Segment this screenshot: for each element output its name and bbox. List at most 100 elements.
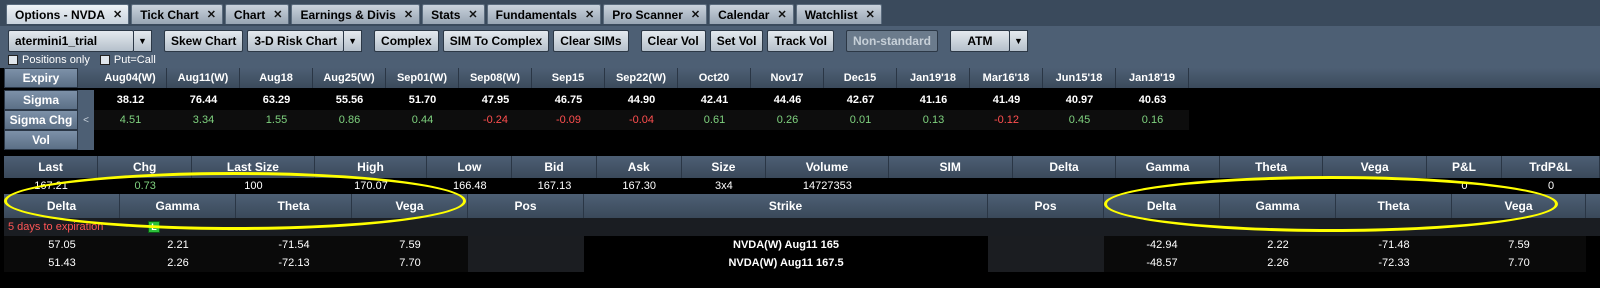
sigma-value[interactable]: 40.97 — [1043, 90, 1116, 110]
tab-chart[interactable]: Chart ✕ — [224, 4, 290, 24]
sigma-value[interactable]: 42.67 — [824, 90, 897, 110]
tab-stats[interactable]: Stats ✕ — [422, 4, 485, 24]
checkbox-box[interactable] — [8, 55, 18, 65]
quote-column-header[interactable]: Bid — [512, 156, 597, 178]
sigma-value[interactable]: 38.12 — [94, 90, 167, 110]
quote-column-header[interactable]: Vega — [1323, 156, 1427, 178]
expiry-column-header[interactable]: Nov17 — [751, 68, 824, 88]
expiry-column-header[interactable]: Sep22(W) — [605, 68, 678, 88]
quote-column-header[interactable]: P&L — [1427, 156, 1503, 178]
table-row[interactable]: 51.43 2.26 -72.13 7.70 NVDA(W) Aug11 167.5 -4… — [4, 254, 1600, 272]
close-icon[interactable]: ✕ — [585, 8, 594, 21]
chevron-down-icon[interactable]: ▼ — [344, 30, 363, 52]
quote-column-header[interactable]: Ask — [597, 156, 682, 178]
quote-column-header[interactable]: Size — [682, 156, 767, 178]
account-value[interactable]: atermini1_trial — [8, 30, 134, 52]
chevron-down-icon[interactable]: ▼ — [134, 30, 152, 52]
chain-column-header[interactable]: Pos — [468, 194, 584, 218]
clear-vol-button[interactable]: Clear Vol — [640, 30, 706, 52]
expiry-column-header[interactable]: Sep08(W) — [459, 68, 532, 88]
positions-only-checkbox[interactable]: Positions only — [8, 54, 90, 66]
chain-column-header[interactable]: Theta — [1336, 194, 1452, 218]
account-select[interactable]: atermini1_trial ▼ — [8, 30, 152, 52]
clear-sims-button[interactable]: Clear SIMs — [553, 30, 629, 52]
risk-chart-split-button[interactable]: 3-D Risk Chart ▼ — [247, 30, 363, 52]
close-icon[interactable]: ✕ — [468, 8, 477, 21]
close-icon[interactable]: ✕ — [691, 8, 700, 21]
expiry-column-header[interactable]: Jan19'18 — [897, 68, 970, 88]
sigma-value[interactable]: 63.29 — [240, 90, 313, 110]
quote-column-header[interactable]: Gamma — [1116, 156, 1220, 178]
quote-column-header[interactable]: Last — [4, 156, 99, 178]
chevron-left-icon[interactable]: < — [78, 110, 94, 130]
expiry-column-header[interactable]: Sep15 — [532, 68, 605, 88]
quote-column-header[interactable]: SIM — [889, 156, 1013, 178]
quote-column-header[interactable]: Volume — [766, 156, 889, 178]
expiry-column-header[interactable]: Mar16'18 — [970, 68, 1043, 88]
strike-filter-value[interactable]: ATM — [949, 30, 1010, 52]
tab-pro-scanner[interactable]: Pro Scanner ✕ — [603, 4, 708, 24]
skew-chart-button[interactable]: Skew Chart — [164, 30, 244, 52]
chain-column-header[interactable]: Gamma — [120, 194, 236, 218]
chain-column-header[interactable]: Vega — [1452, 194, 1586, 218]
sigma-value[interactable]: 41.49 — [970, 90, 1043, 110]
tab-earnings-divis[interactable]: Earnings & Divis ✕ — [291, 4, 421, 24]
sigma-value[interactable]: 42.41 — [678, 90, 751, 110]
chain-column-header[interactable]: Theta — [236, 194, 352, 218]
sigma-value[interactable]: 51.70 — [386, 90, 459, 110]
close-icon[interactable]: ✕ — [207, 8, 216, 21]
sigma-value[interactable]: 55.56 — [313, 90, 386, 110]
complex-button[interactable]: Complex — [374, 30, 439, 52]
strike-filter-select[interactable]: ATM ▼ — [949, 30, 1028, 52]
close-icon[interactable]: ✕ — [866, 8, 875, 21]
tab-options-nvda[interactable]: Options - NVDA ✕ — [6, 4, 130, 24]
expiry-column-header[interactable]: Aug18 — [240, 68, 313, 88]
close-icon[interactable]: ✕ — [404, 8, 413, 21]
tab-watchlist[interactable]: Watchlist ✕ — [795, 4, 882, 24]
quote-column-header[interactable]: TrdP&L — [1502, 156, 1600, 178]
close-icon[interactable]: ✕ — [273, 8, 282, 21]
checkbox-box[interactable] — [99, 55, 110, 65]
sigma-value[interactable]: 46.75 — [532, 90, 605, 110]
sigma-value[interactable]: 41.16 — [897, 90, 970, 110]
expiry-column-header[interactable]: Oct20 — [678, 68, 751, 88]
expiry-column-header[interactable]: Aug04(W) — [94, 68, 167, 88]
quote-column-header[interactable]: High — [315, 156, 428, 178]
sim-to-complex-button[interactable]: SIM To Complex — [442, 30, 550, 52]
put-call-checkbox[interactable]: Put=Call — [99, 54, 156, 66]
chain-column-header[interactable]: Delta — [4, 194, 120, 218]
expiry-column-header[interactable]: Jun15'18 — [1043, 68, 1116, 88]
track-vol-button[interactable]: Track Vol — [767, 30, 834, 52]
non-standard-button[interactable]: Non-standard — [845, 30, 938, 52]
collapse-toggle[interactable] — [78, 90, 94, 110]
quote-column-header[interactable]: Last Size — [192, 156, 315, 178]
expiry-column-header[interactable]: Sep01(W) — [386, 68, 459, 88]
tab-fundamentals[interactable]: Fundamentals ✕ — [486, 4, 602, 24]
set-vol-button[interactable]: Set Vol — [709, 30, 764, 52]
sigma-value[interactable]: 44.46 — [751, 90, 824, 110]
quote-column-header[interactable]: Delta — [1013, 156, 1117, 178]
sigma-value[interactable]: 40.63 — [1116, 90, 1189, 110]
chain-column-header[interactable]: Gamma — [1220, 194, 1336, 218]
table-row[interactable]: 57.05 2.21 -71.54 7.59 NVDA(W) Aug11 165 -42.… — [4, 236, 1600, 254]
tab-calendar[interactable]: Calendar ✕ — [709, 4, 794, 24]
tab-tick-chart[interactable]: Tick Chart ✕ — [131, 4, 223, 24]
expiry-column-header[interactable]: Aug11(W) — [167, 68, 240, 88]
expiry-column-header[interactable]: Dec15 — [824, 68, 897, 88]
expiry-marker-badge[interactable]: L — [148, 221, 160, 233]
quote-column-header[interactable]: Theta — [1220, 156, 1324, 178]
chain-column-header[interactable]: Strike — [584, 194, 988, 218]
sigma-value[interactable]: 76.44 — [167, 90, 240, 110]
chain-column-header[interactable]: Pos — [988, 194, 1104, 218]
sigma-value[interactable]: 44.90 — [605, 90, 678, 110]
quote-column-header[interactable]: Chg — [98, 156, 193, 178]
expiry-column-header[interactable]: Jan18'19 — [1116, 68, 1189, 88]
sigma-value[interactable]: 47.95 — [459, 90, 532, 110]
close-icon[interactable]: ✕ — [113, 8, 122, 21]
chevron-down-icon[interactable]: ▼ — [1009, 30, 1028, 52]
chain-column-header[interactable]: Delta — [1104, 194, 1220, 218]
expiry-column-header[interactable]: Aug25(W) — [313, 68, 386, 88]
quote-column-header[interactable]: Low — [427, 156, 513, 178]
risk-chart-button[interactable]: 3-D Risk Chart — [247, 30, 345, 52]
chain-column-header[interactable]: Vega — [352, 194, 468, 218]
